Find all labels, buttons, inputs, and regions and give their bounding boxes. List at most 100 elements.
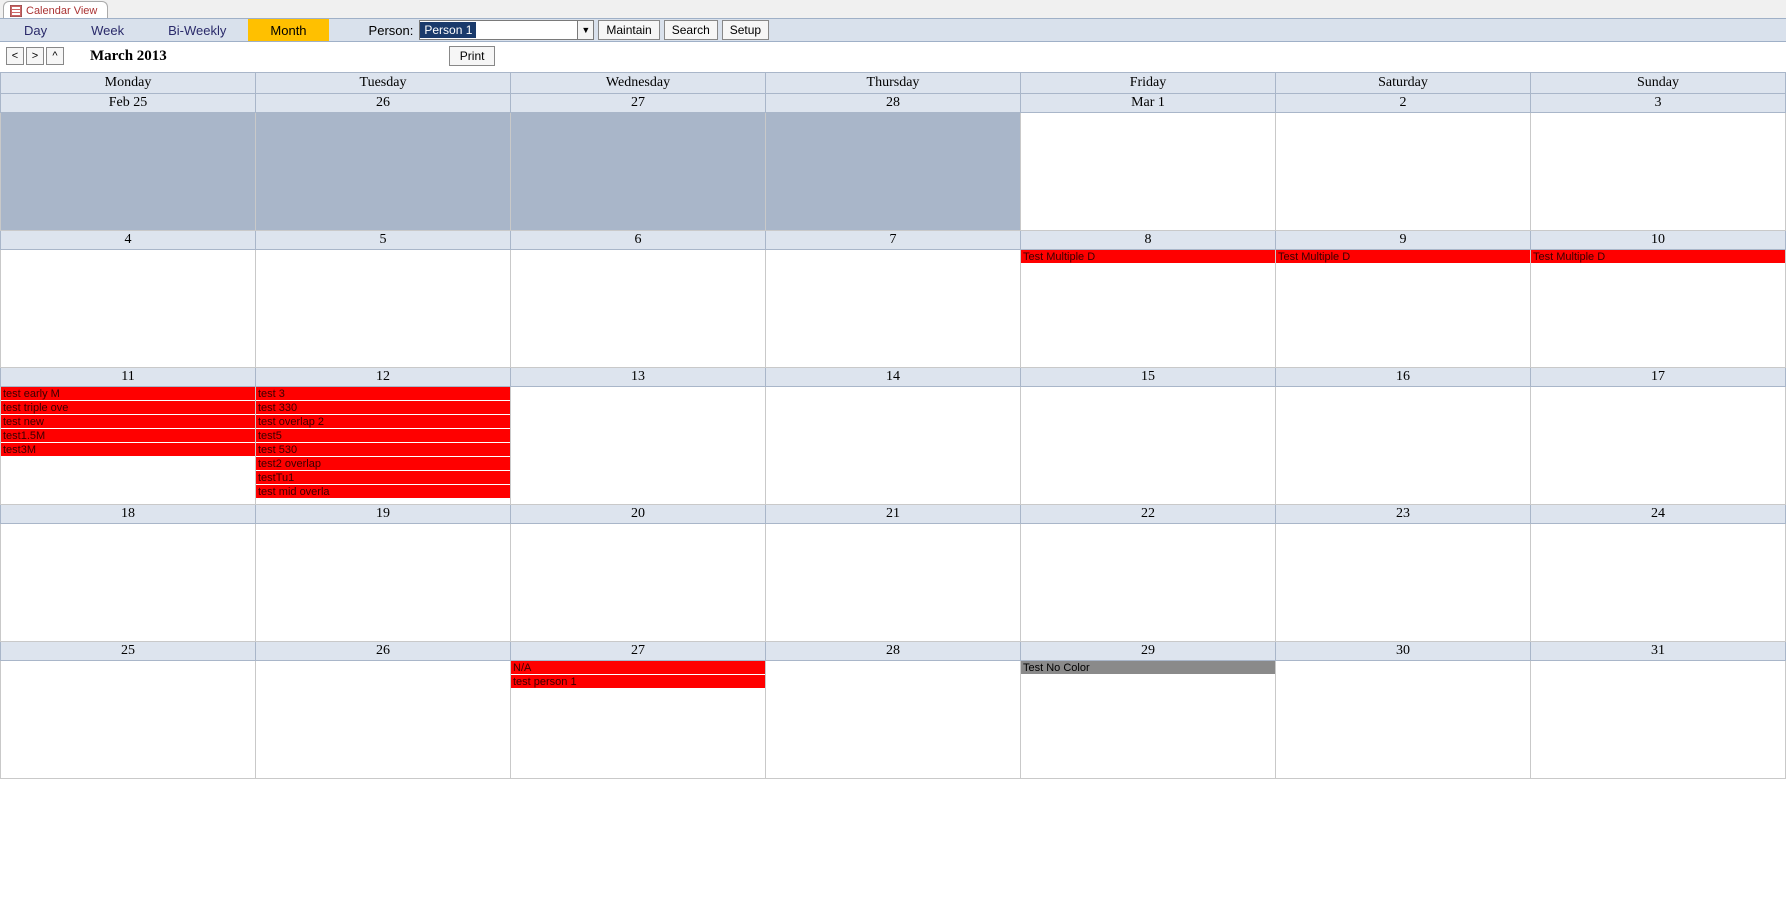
day-cell[interactable] — [1531, 387, 1786, 505]
date-cell[interactable]: 30 — [1276, 642, 1531, 661]
event-item[interactable]: test3M — [1, 443, 255, 457]
date-cell[interactable]: Feb 25 — [1, 94, 256, 113]
day-cell[interactable] — [1531, 661, 1786, 779]
date-cell[interactable]: 7 — [766, 231, 1021, 250]
date-cell[interactable]: 20 — [511, 505, 766, 524]
day-cell[interactable] — [511, 113, 766, 231]
prev-month-button[interactable]: < — [6, 47, 24, 65]
day-cell[interactable]: Test No Color — [1021, 661, 1276, 779]
day-cell[interactable] — [1, 524, 256, 642]
day-cell[interactable] — [766, 524, 1021, 642]
date-cell[interactable]: 31 — [1531, 642, 1786, 661]
day-cell[interactable] — [1, 113, 256, 231]
date-cell[interactable]: 27 — [511, 94, 766, 113]
tab-calendar-view[interactable]: Calendar View — [3, 1, 108, 18]
day-cell[interactable] — [766, 661, 1021, 779]
date-cell[interactable]: 28 — [766, 94, 1021, 113]
date-cell[interactable]: 24 — [1531, 505, 1786, 524]
date-cell[interactable]: Mar 1 — [1021, 94, 1276, 113]
date-cell[interactable]: 13 — [511, 368, 766, 387]
date-cell[interactable]: 10 — [1531, 231, 1786, 250]
date-cell[interactable]: 4 — [1, 231, 256, 250]
date-cell[interactable]: 27 — [511, 642, 766, 661]
event-item[interactable]: test5 — [256, 429, 510, 443]
day-cell[interactable] — [511, 387, 766, 505]
view-tab-day[interactable]: Day — [2, 19, 69, 41]
day-cell[interactable] — [256, 661, 511, 779]
event-item[interactable]: testTu1 — [256, 471, 510, 485]
day-cell[interactable] — [1276, 387, 1531, 505]
day-cell[interactable]: N/Atest person 1 — [511, 661, 766, 779]
day-cell[interactable] — [1531, 524, 1786, 642]
day-cell[interactable] — [511, 524, 766, 642]
day-cell[interactable] — [1021, 524, 1276, 642]
date-cell[interactable]: 28 — [766, 642, 1021, 661]
view-tab-month[interactable]: Month — [248, 19, 328, 41]
date-cell[interactable]: 25 — [1, 642, 256, 661]
day-cell[interactable] — [1531, 113, 1786, 231]
date-cell[interactable]: 12 — [256, 368, 511, 387]
event-item[interactable]: test1.5M — [1, 429, 255, 443]
day-cell[interactable]: test 3test 330test overlap 2test5test 53… — [256, 387, 511, 505]
event-item[interactable]: test overlap 2 — [256, 415, 510, 429]
day-cell[interactable]: test early Mtest triple ovetest newtest1… — [1, 387, 256, 505]
print-button[interactable]: Print — [449, 46, 496, 66]
date-cell[interactable]: 9 — [1276, 231, 1531, 250]
maintain-button[interactable]: Maintain — [598, 20, 659, 40]
date-cell[interactable]: 8 — [1021, 231, 1276, 250]
event-item[interactable]: test2 overlap — [256, 457, 510, 471]
event-item[interactable]: N/A — [511, 661, 765, 675]
event-item[interactable]: Test Multiple D — [1276, 250, 1530, 264]
date-cell[interactable]: 26 — [256, 94, 511, 113]
today-button[interactable]: ^ — [46, 47, 64, 65]
next-month-button[interactable]: > — [26, 47, 44, 65]
date-cell[interactable]: 22 — [1021, 505, 1276, 524]
setup-button[interactable]: Setup — [722, 20, 769, 40]
day-cell[interactable] — [766, 387, 1021, 505]
day-cell[interactable] — [256, 113, 511, 231]
day-cell[interactable]: Test Multiple D — [1531, 250, 1786, 368]
event-item[interactable]: test 3 — [256, 387, 510, 401]
event-item[interactable]: test mid overla — [256, 485, 510, 499]
day-cell[interactable]: Test Multiple D — [1021, 250, 1276, 368]
view-tab-biweekly[interactable]: Bi-Weekly — [146, 19, 248, 41]
day-cell[interactable] — [1021, 113, 1276, 231]
event-item[interactable]: test triple ove — [1, 401, 255, 415]
event-item[interactable]: test person 1 — [511, 675, 765, 689]
event-item[interactable]: test 330 — [256, 401, 510, 415]
day-cell[interactable] — [1021, 387, 1276, 505]
day-cell[interactable] — [766, 113, 1021, 231]
date-cell[interactable]: 26 — [256, 642, 511, 661]
day-cell[interactable] — [1, 250, 256, 368]
date-cell[interactable]: 19 — [256, 505, 511, 524]
person-select[interactable]: Person 1 ▼ — [419, 20, 594, 40]
date-cell[interactable]: 14 — [766, 368, 1021, 387]
date-cell[interactable]: 2 — [1276, 94, 1531, 113]
date-cell[interactable]: 29 — [1021, 642, 1276, 661]
day-cell[interactable] — [256, 250, 511, 368]
event-item[interactable]: Test Multiple D — [1021, 250, 1275, 264]
search-button[interactable]: Search — [664, 20, 718, 40]
day-cell[interactable] — [1, 661, 256, 779]
date-cell[interactable]: 21 — [766, 505, 1021, 524]
event-item[interactable]: test early M — [1, 387, 255, 401]
date-cell[interactable]: 17 — [1531, 368, 1786, 387]
event-item[interactable]: Test No Color — [1021, 661, 1275, 675]
date-cell[interactable]: 3 — [1531, 94, 1786, 113]
date-cell[interactable]: 6 — [511, 231, 766, 250]
day-cell[interactable] — [1276, 661, 1531, 779]
event-item[interactable]: Test Multiple D — [1531, 250, 1785, 264]
day-cell[interactable] — [256, 524, 511, 642]
date-cell[interactable]: 11 — [1, 368, 256, 387]
chevron-down-icon[interactable]: ▼ — [577, 21, 593, 39]
date-cell[interactable]: 23 — [1276, 505, 1531, 524]
date-cell[interactable]: 15 — [1021, 368, 1276, 387]
day-cell[interactable] — [766, 250, 1021, 368]
event-item[interactable]: test 530 — [256, 443, 510, 457]
day-cell[interactable] — [1276, 524, 1531, 642]
date-cell[interactable]: 5 — [256, 231, 511, 250]
view-tab-week[interactable]: Week — [69, 19, 146, 41]
event-item[interactable]: test new — [1, 415, 255, 429]
date-cell[interactable]: 18 — [1, 505, 256, 524]
day-cell[interactable] — [511, 250, 766, 368]
